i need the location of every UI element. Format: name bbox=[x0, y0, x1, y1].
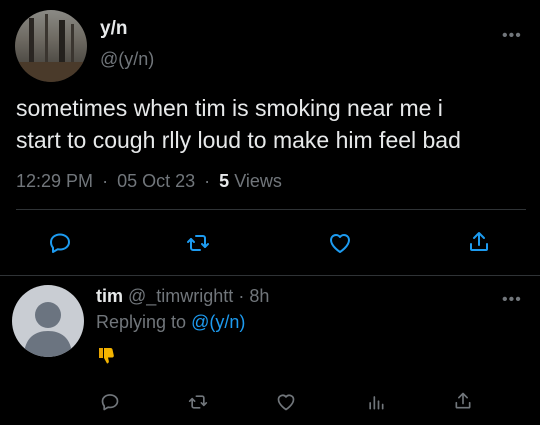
reply-icon[interactable] bbox=[46, 229, 74, 257]
tweet-text-line-1: sometimes when tim is smoking near me i bbox=[16, 95, 443, 121]
author-avatar[interactable] bbox=[15, 10, 87, 82]
divider bbox=[0, 275, 540, 276]
tweet-time[interactable]: 12:29 PM bbox=[16, 171, 93, 191]
reply-handle[interactable]: @_timwrightt bbox=[128, 286, 233, 306]
tweet-text: sometimes when tim is smoking near me i … bbox=[16, 92, 461, 156]
like-icon[interactable] bbox=[326, 229, 354, 257]
meta-separator: · bbox=[204, 171, 211, 191]
views-icon[interactable] bbox=[364, 390, 388, 414]
reply-header: tim @_timwrightt · 8h bbox=[96, 286, 269, 307]
thumbs-down-emoji bbox=[96, 346, 116, 366]
reply-display-name[interactable]: tim bbox=[96, 286, 123, 306]
tweet-meta: 12:29 PM · 05 Oct 23 · 5 Views bbox=[16, 171, 282, 192]
divider bbox=[16, 209, 526, 210]
default-avatar-icon bbox=[24, 302, 72, 357]
reply-age[interactable]: 8h bbox=[249, 286, 269, 306]
reply-more-icon[interactable]: ••• bbox=[502, 292, 522, 308]
share-icon[interactable] bbox=[451, 389, 475, 413]
author-display-name[interactable]: y/n bbox=[100, 18, 127, 40]
tweet-text-line-2: start to cough rlly loud to make him fee… bbox=[16, 127, 461, 153]
retweet-icon[interactable] bbox=[186, 390, 210, 414]
replying-to-handle[interactable]: @(y/n) bbox=[191, 312, 245, 332]
reply-icon[interactable] bbox=[98, 390, 122, 414]
replying-to: Replying to @(y/n) bbox=[96, 312, 245, 333]
forest-photo bbox=[15, 14, 87, 82]
meta-separator: · bbox=[238, 286, 245, 306]
views-count[interactable]: 5 bbox=[219, 171, 229, 191]
reply-text: 👎 bbox=[96, 346, 114, 373]
tweet-date[interactable]: 05 Oct 23 bbox=[117, 171, 195, 191]
reply-avatar[interactable] bbox=[12, 285, 84, 357]
meta-separator: · bbox=[102, 171, 109, 191]
like-icon[interactable] bbox=[274, 390, 298, 414]
replying-to-label: Replying to bbox=[96, 312, 187, 332]
tweet-more-icon[interactable]: ••• bbox=[502, 28, 522, 44]
retweet-icon[interactable] bbox=[184, 229, 212, 257]
share-icon[interactable] bbox=[465, 228, 493, 256]
author-handle[interactable]: @(y/n) bbox=[100, 49, 154, 70]
views-label[interactable]: Views bbox=[234, 171, 282, 191]
